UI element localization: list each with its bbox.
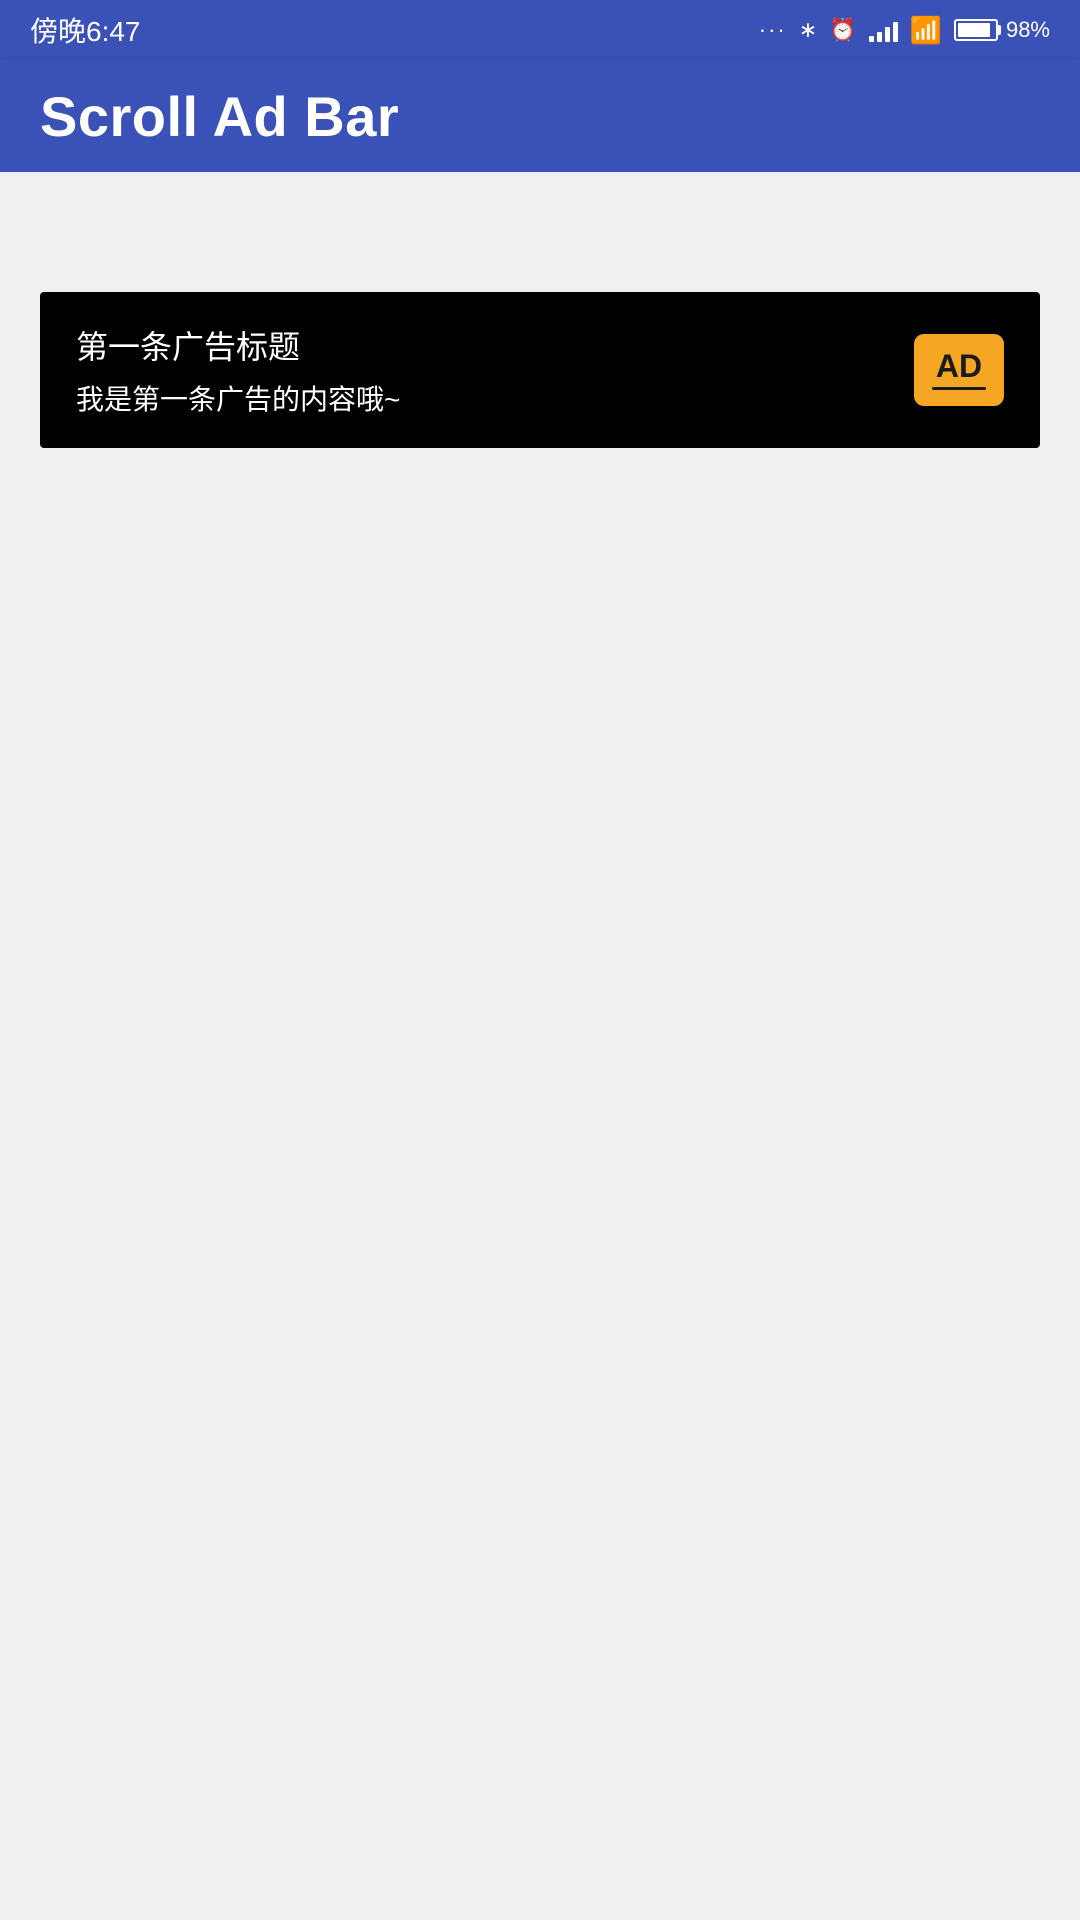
status-bar: 傍晚6:47 ··· ∗ ⏰ 📶 98% <box>0 0 1080 60</box>
status-time: 傍晚6:47 <box>30 10 141 50</box>
app-title: Scroll Ad Bar <box>40 84 399 149</box>
app-bar: Scroll Ad Bar <box>0 60 1080 172</box>
bluetooth-icon: ∗ <box>799 17 817 43</box>
ad-badge: AD <box>914 334 1004 406</box>
wifi-icon: 📶 <box>910 15 942 46</box>
status-icons: ··· ∗ ⏰ 📶 98% <box>759 15 1050 46</box>
main-content: 第一条广告标题 我是第一条广告的内容哦~ AD <box>0 172 1080 1920</box>
ad-content: 我是第一条广告的内容哦~ <box>76 378 400 418</box>
ad-banner[interactable]: 第一条广告标题 我是第一条广告的内容哦~ AD <box>40 292 1040 448</box>
ad-text-area: 第一条广告标题 我是第一条广告的内容哦~ <box>76 322 400 418</box>
dots-icon: ··· <box>759 17 787 43</box>
signal-icon <box>869 18 898 42</box>
alarm-icon: ⏰ <box>829 17 856 43</box>
ad-title: 第一条广告标题 <box>76 322 400 368</box>
battery-icon: 98% <box>954 17 1050 43</box>
ad-badge-text: AD <box>936 350 982 382</box>
ad-badge-underline <box>932 387 986 390</box>
battery-percent: 98% <box>1006 17 1050 43</box>
